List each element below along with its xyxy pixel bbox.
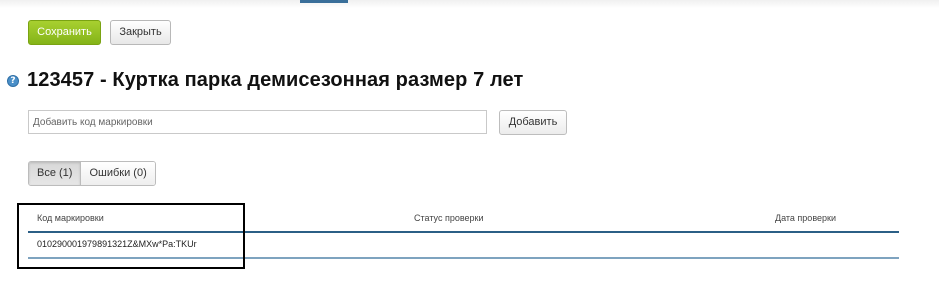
save-button[interactable]: Сохранить [28, 20, 101, 45]
tab-all[interactable]: Все (1) [29, 162, 82, 185]
marking-code-input[interactable] [28, 110, 487, 134]
tab-errors[interactable]: Ошибки (0) [81, 162, 155, 185]
close-button[interactable]: Закрыть [110, 20, 171, 45]
top-tab-indicator [300, 0, 348, 3]
highlight-annotation-box [17, 203, 245, 269]
top-strip [0, 0, 939, 8]
add-code-button[interactable]: Добавить [499, 110, 567, 135]
help-icon[interactable]: ? [7, 75, 19, 87]
page-title: 123457 - Куртка парка демисезонная разме… [27, 69, 524, 91]
page: Сохранить Закрыть ? 123457 - Куртка парк… [0, 0, 939, 292]
column-header-check-status[interactable]: Статус проверки [414, 213, 484, 223]
column-header-check-date[interactable]: Дата проверки [775, 213, 836, 223]
filter-tabs: Все (1) Ошибки (0) [28, 161, 156, 186]
